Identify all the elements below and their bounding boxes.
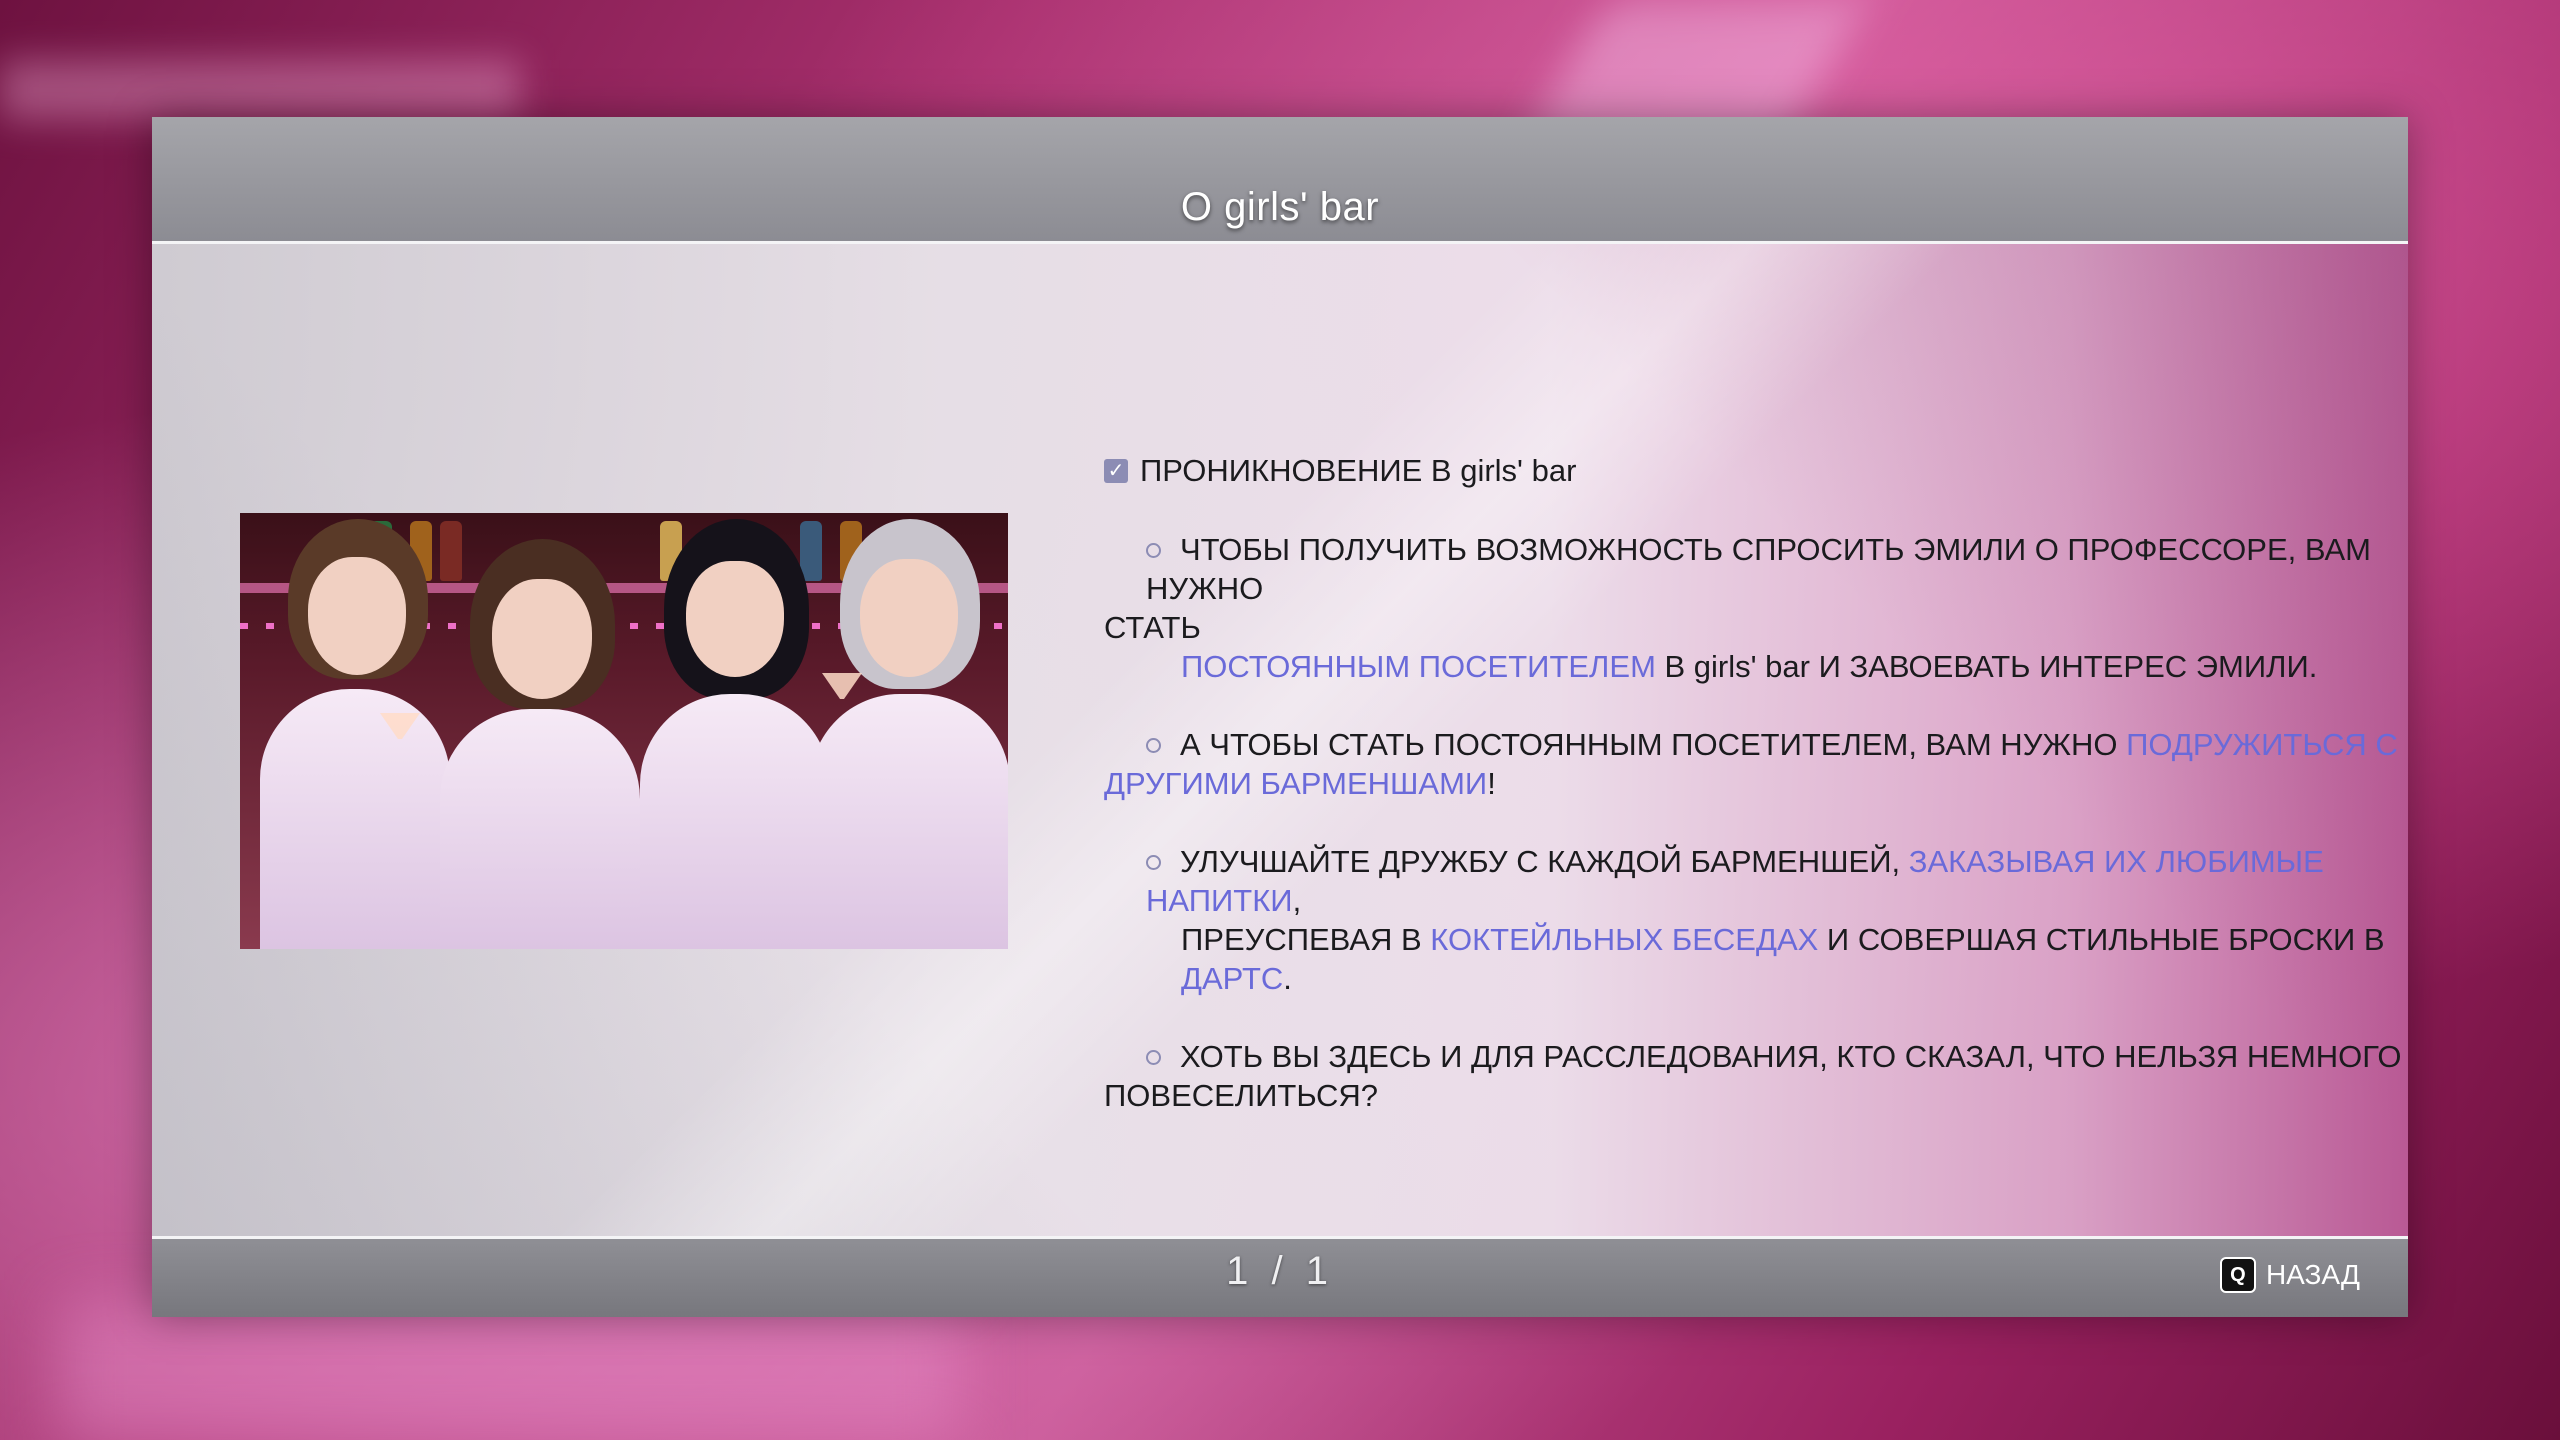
list-item: ХОТЬ ВЫ ЗДЕСЬ И ДЛЯ РАССЛЕДОВАНИЯ, КТО С… [1104, 1037, 2404, 1115]
page-current: 1 [1226, 1249, 1255, 1293]
info-panel: О girls' bar ✓ ПРОНИКНОВЕНИЕ В girls' ba… [152, 117, 2408, 1317]
ring-bullet-icon [1146, 1050, 1161, 1065]
bullet-text: В girls' bar И ЗАВОЕВАТЬ ИНТЕРЕС ЭМИЛИ. [1655, 649, 2318, 684]
page-counter: 1 / 1 [152, 1249, 2408, 1294]
bullet-text: ПОВЕСЕЛИТЬСЯ? [1104, 1078, 1379, 1113]
ring-bullet-icon [1146, 855, 1161, 870]
ring-bullet-icon [1146, 738, 1161, 753]
link-regular-visitor[interactable]: ПОСТОЯННЫМ ПОСЕТИТЕЛЕМ [1181, 649, 1656, 684]
bartender-figure [440, 539, 640, 949]
bullet-text: ! [1487, 766, 1496, 801]
list-item: УЛУЧШАЙТЕ ДРУЖБУ С КАЖДОЙ БАРМЕНШЕЙ, ЗАК… [1104, 842, 2404, 998]
list-item: А ЧТОБЫ СТАТЬ ПОСТОЯННЫМ ПОСЕТИТЕЛЕМ, ВА… [1104, 725, 2404, 803]
bartender-figure [260, 519, 450, 949]
bullet-text: ХОТЬ ВЫ ЗДЕСЬ И ДЛЯ РАССЛЕДОВАНИЯ, КТО С… [1180, 1039, 2402, 1074]
bartender-figure [640, 519, 830, 949]
description-content: ✓ ПРОНИКНОВЕНИЕ В girls' bar ЧТОБЫ ПОЛУЧ… [1104, 451, 2404, 1154]
list-item: ЧТОБЫ ПОЛУЧИТЬ ВОЗМОЖНОСТЬ СПРОСИТЬ ЭМИЛ… [1104, 530, 2404, 686]
checkbox-checked-icon: ✓ [1104, 458, 1128, 483]
bullet-text: ЧТОБЫ ПОЛУЧИТЬ ВОЗМОЖНОСТЬ СПРОСИТЬ ЭМИЛ… [1146, 532, 2372, 606]
bartender-figure [810, 519, 1008, 949]
panel-footer: 1 / 1 Q НАЗАД [152, 1236, 2408, 1317]
section-heading-text: ПРОНИКНОВЕНИЕ В girls' bar [1140, 453, 1577, 488]
bullet-text: УЛУЧШАЙТЕ ДРУЖБУ С КАЖДОЙ БАРМЕНШЕЙ, [1180, 844, 1909, 879]
panel-header: О girls' bar [152, 117, 2408, 244]
link-darts[interactable]: ДАРТС [1181, 961, 1283, 996]
page-separator: / [1271, 1249, 1289, 1293]
bullet-text: ПРЕУСПЕВАЯ В [1181, 922, 1431, 957]
link-befriend[interactable]: ПОДРУЖИТЬСЯ С [2126, 727, 2398, 762]
bullet-text: СТАТЬ [1104, 610, 1201, 645]
bullet-text: А ЧТОБЫ СТАТЬ ПОСТОЯННЫМ ПОСЕТИТЕЛЕМ, ВА… [1180, 727, 2127, 762]
q-key-icon: Q [2219, 1257, 2256, 1293]
background-glow [0, 60, 520, 120]
link-cocktail-talks[interactable]: КОКТЕЙЛЬНЫХ БЕСЕДАХ [1430, 922, 1818, 957]
link-other-bartenders[interactable]: ДРУГИМИ БАРМЕНШАМИ [1104, 766, 1487, 801]
bullet-text: . [1283, 961, 1292, 996]
bullet-text: И СОВЕРШАЯ СТИЛЬНЫЕ БРОСКИ В [1818, 922, 2385, 957]
section-heading: ✓ ПРОНИКНОВЕНИЕ В girls' bar [1104, 451, 2404, 490]
background-glow [60, 1300, 960, 1440]
bullet-text: , [1292, 883, 1302, 918]
back-button[interactable]: Q НАЗАД [2219, 1255, 2360, 1295]
girls-bar-illustration [240, 513, 1008, 949]
ring-bullet-icon [1146, 543, 1161, 558]
back-label: НАЗАД [2265, 1259, 2360, 1290]
page-title: О girls' bar [1180, 185, 1380, 229]
page-total: 1 [1305, 1249, 1334, 1293]
